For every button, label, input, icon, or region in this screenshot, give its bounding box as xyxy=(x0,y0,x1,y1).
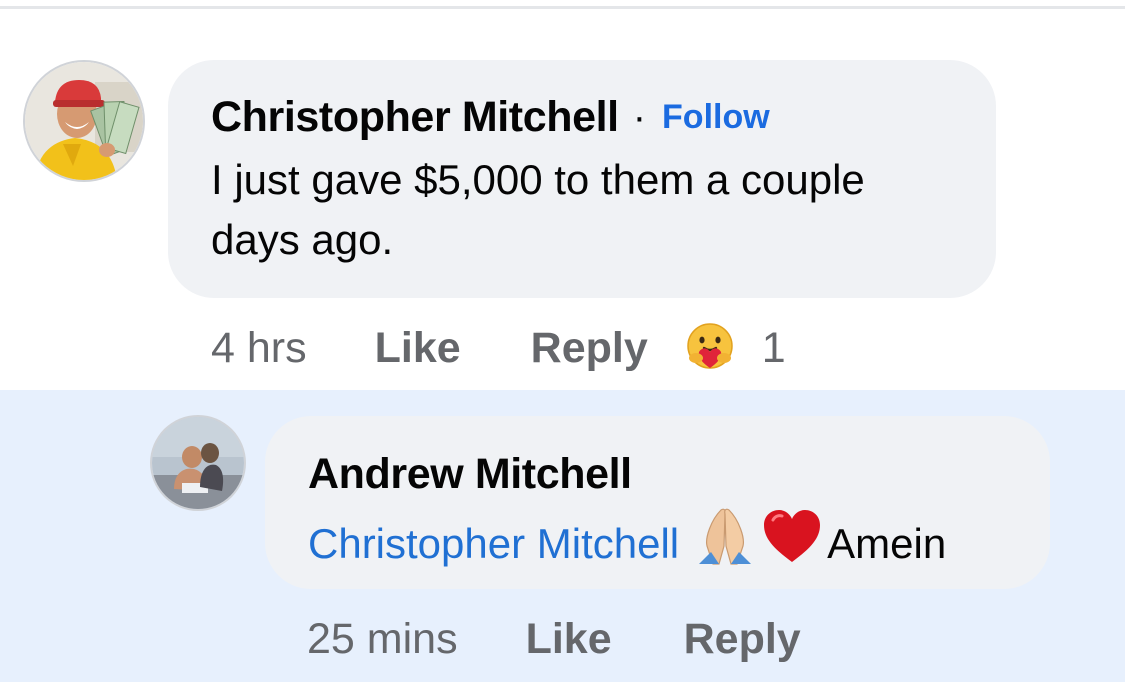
reply-comment: Andrew Mitchell Christopher Mitchell Ame… xyxy=(0,390,1125,682)
reply-avatar[interactable] xyxy=(152,417,244,509)
top-divider xyxy=(0,6,1125,9)
profile-photo xyxy=(152,417,244,509)
reply-text: Amein xyxy=(827,520,947,567)
comment-timestamp[interactable]: 4 hrs xyxy=(211,324,307,373)
comment-actions: 4 hrs Like Reply 1 xyxy=(211,318,786,378)
profile-photo xyxy=(25,62,143,180)
comment-author-name[interactable]: Christopher Mitchell xyxy=(211,93,619,142)
reply-actions: 25 mins Like Reply xyxy=(307,609,801,669)
avatar[interactable] xyxy=(25,62,143,180)
follow-button[interactable]: Follow xyxy=(662,98,770,137)
comment-text-line: days ago. xyxy=(211,216,394,263)
comment-text-line: I just gave $5,000 to them a couple xyxy=(211,156,865,203)
reaction-count[interactable]: 1 xyxy=(762,324,786,373)
reply-author-name[interactable]: Andrew Mitchell xyxy=(308,448,1050,500)
separator-dot: · xyxy=(632,94,647,139)
mention-link[interactable]: Christopher Mitchell xyxy=(308,514,679,574)
care-reaction-icon[interactable] xyxy=(684,322,736,374)
reply-like-button[interactable]: Like xyxy=(526,615,612,664)
like-button[interactable]: Like xyxy=(375,324,461,373)
red-heart-icon xyxy=(761,506,823,582)
reply-bubble: Andrew Mitchell Christopher Mitchell Ame… xyxy=(265,416,1050,589)
folded-hands-icon xyxy=(693,506,757,582)
reply-timestamp[interactable]: 25 mins xyxy=(307,615,458,664)
reply-reply-button[interactable]: Reply xyxy=(684,615,801,664)
reply-button[interactable]: Reply xyxy=(531,324,648,373)
comment-bubble: Christopher Mitchell · Follow I just gav… xyxy=(168,60,996,298)
